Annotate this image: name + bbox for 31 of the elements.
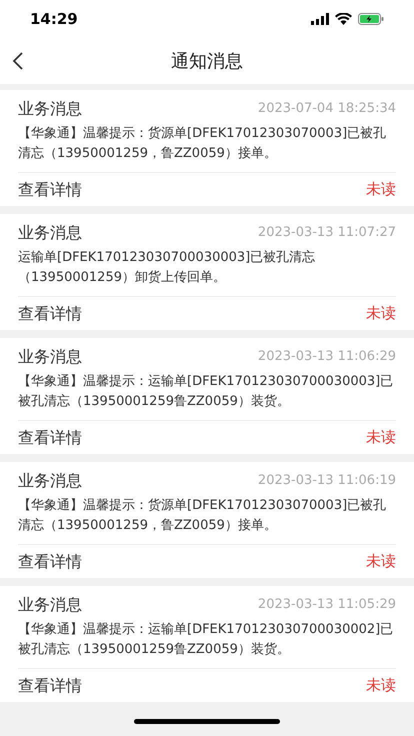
read-status: 未读: [366, 675, 396, 696]
view-details-link[interactable]: 查看详情: [18, 674, 82, 698]
message-body: 【华象通】温馨提示：运输单[DFEK170123030700030003]已被孔清忘（13950001259鲁ZZ0059）装货。: [18, 373, 394, 411]
message-body: 【华象通】温馨提示：货源单[DFEK17012303070003]已被孔清忘（13950001259，鲁ZZ0059）接单。: [18, 497, 388, 535]
message-body: 【华象通】温馨提示：货源单[DFEK17012303070003]已被孔清忘（13950001259，鲁ZZ0059）接单。: [18, 125, 388, 163]
view-details-link[interactable]: 查看详情: [18, 426, 82, 450]
message-category: 业务消息: [18, 470, 82, 492]
message-body: 运输单[DFEK170123030700030003]已被孔清忘（13950001259）卸货上传回单。: [18, 249, 316, 287]
read-status: 未读: [366, 427, 396, 448]
message-category: 业务消息: [18, 98, 82, 120]
wifi-icon: [335, 13, 352, 25]
back-icon[interactable]: [12, 52, 24, 70]
signal-icon: [311, 13, 329, 25]
battery-icon: [358, 13, 384, 25]
message-time: 2023-03-13 11:06:29: [258, 348, 396, 366]
message-time: 2023-03-13 11:07:27: [258, 224, 396, 242]
message-body: 【华象通】温馨提示：运输单[DFEK170123030700030002]已被孔清忘（13950001259鲁ZZ0059）装货。: [18, 621, 394, 659]
view-details-link[interactable]: 查看详情: [18, 178, 82, 202]
page-title: 通知消息: [171, 50, 243, 74]
read-status: 未读: [366, 303, 396, 324]
status-time: 14:29: [30, 8, 78, 30]
message-time: 2023-07-04 18:25:34: [258, 100, 396, 118]
message-time: 2023-03-13 11:05:29: [258, 596, 396, 614]
read-status: 未读: [366, 179, 396, 200]
message-category: 业务消息: [18, 594, 82, 616]
view-details-link[interactable]: 查看详情: [18, 550, 82, 574]
message-category: 业务消息: [18, 346, 82, 368]
message-time: 2023-03-13 11:06:19: [258, 472, 396, 490]
read-status: 未读: [366, 551, 396, 572]
view-details-link[interactable]: 查看详情: [18, 302, 82, 326]
message-category: 业务消息: [18, 222, 82, 244]
